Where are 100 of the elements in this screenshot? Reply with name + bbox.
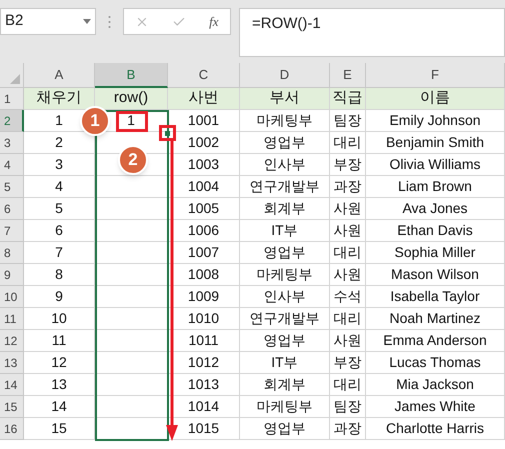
row-header[interactable]: 10 (0, 286, 24, 308)
table-cell: 1014 (168, 396, 240, 418)
row-header[interactable]: 15 (0, 396, 24, 418)
table-cell: 1001 (168, 110, 240, 132)
column-header[interactable]: C (168, 63, 240, 88)
table-cell: IT부 (240, 220, 330, 242)
column-header[interactable]: D (240, 63, 330, 88)
select-all-corner[interactable] (0, 63, 24, 88)
table-cell: 사원 (330, 330, 366, 352)
table-cell: 1008 (168, 264, 240, 286)
row-header[interactable]: 16 (0, 418, 24, 440)
table-cell: 12 (24, 352, 95, 374)
table-cell: 연구개발부 (240, 176, 330, 198)
row-header[interactable]: 1 (0, 88, 24, 110)
table-cell: James White (366, 396, 505, 418)
table-cell: 1005 (168, 198, 240, 220)
header-cell: 사번 (168, 88, 240, 110)
table-cell: 팀장 (330, 396, 366, 418)
table-cell: Emma Anderson (366, 330, 505, 352)
table-cell: 10 (24, 308, 95, 330)
table-cell: 3 (24, 154, 95, 176)
name-box[interactable]: B2 (0, 8, 96, 35)
table-cell: 1006 (168, 220, 240, 242)
table-cell: 연구개발부 (240, 308, 330, 330)
table-cell: Ethan Davis (366, 220, 505, 242)
table-cell: 대리 (330, 374, 366, 396)
table-cell: 7 (24, 242, 95, 264)
table-cell: Isabella Taylor (366, 286, 505, 308)
table-cell: 1002 (168, 132, 240, 154)
table-cell: 회계부 (240, 374, 330, 396)
insert-function-button[interactable]: fx (209, 12, 219, 32)
table-cell: 1004 (168, 176, 240, 198)
fill-handle-highlight[interactable] (159, 125, 176, 141)
table-cell: Olivia Williams (366, 154, 505, 176)
table-cell: 영업부 (240, 132, 330, 154)
table-cell: 1013 (168, 374, 240, 396)
table-cell: 수석 (330, 286, 366, 308)
row-header[interactable]: 8 (0, 242, 24, 264)
select-all-icon (10, 74, 20, 84)
highlight-box (116, 111, 148, 132)
table-cell: Mason Wilson (366, 264, 505, 286)
row-header[interactable]: 11 (0, 308, 24, 330)
header-cell: row() (95, 88, 168, 110)
table-cell: 부장 (330, 154, 366, 176)
table-cell: 15 (24, 418, 95, 440)
table-cell: 사원 (330, 198, 366, 220)
row-header[interactable]: 4 (0, 154, 24, 176)
table-cell: 4 (24, 176, 95, 198)
table-cell: 마케팅부 (240, 264, 330, 286)
table-cell: 8 (24, 264, 95, 286)
table-cell: 인사부 (240, 154, 330, 176)
dropdown-caret-icon (83, 19, 91, 24)
column-header[interactable]: F (366, 63, 505, 88)
table-cell: 1003 (168, 154, 240, 176)
table-cell: 사원 (330, 220, 366, 242)
header-cell: 채우기 (24, 88, 95, 110)
table-cell: 대리 (330, 132, 366, 154)
table-cell: 사원 (330, 264, 366, 286)
table-cell: Mia Jackson (366, 374, 505, 396)
header-cell: 직급 (330, 88, 366, 110)
table-cell: 1011 (168, 330, 240, 352)
column-header[interactable]: B (95, 63, 168, 88)
table-cell: 마케팅부 (240, 396, 330, 418)
table-cell: 대리 (330, 242, 366, 264)
row-header[interactable]: 2 (0, 110, 24, 132)
table-cell: Ava Jones (366, 198, 505, 220)
row-header[interactable]: 13 (0, 352, 24, 374)
table-cell: 1010 (168, 308, 240, 330)
column-header[interactable]: A (24, 63, 95, 88)
column-header[interactable]: E (330, 63, 366, 88)
table-cell: 1012 (168, 352, 240, 374)
grip-icon (108, 15, 111, 29)
table-cell: 팀장 (330, 110, 366, 132)
table-cell: 과장 (330, 418, 366, 440)
table-cell: Benjamin Smith (366, 132, 505, 154)
table-cell: 14 (24, 396, 95, 418)
table-cell: 9 (24, 286, 95, 308)
row-header[interactable]: 12 (0, 330, 24, 352)
table-cell: 회계부 (240, 198, 330, 220)
table-cell: 인사부 (240, 286, 330, 308)
row-header[interactable]: 14 (0, 374, 24, 396)
table-cell: 부장 (330, 352, 366, 374)
table-cell: 11 (24, 330, 95, 352)
table-cell: 6 (24, 220, 95, 242)
table-cell: IT부 (240, 352, 330, 374)
header-cell: 이름 (366, 88, 505, 110)
table-cell: 13 (24, 374, 95, 396)
table-cell: Sophia Miller (366, 242, 505, 264)
header-cell: 부서 (240, 88, 330, 110)
formula-field[interactable]: =ROW()-1 (239, 8, 505, 57)
table-cell: 영업부 (240, 242, 330, 264)
table-cell: 마케팅부 (240, 110, 330, 132)
table-cell: 5 (24, 198, 95, 220)
row-header[interactable]: 3 (0, 132, 24, 154)
row-header[interactable]: 5 (0, 176, 24, 198)
table-cell: Liam Brown (366, 176, 505, 198)
row-header[interactable]: 9 (0, 264, 24, 286)
table-cell: Lucas Thomas (366, 352, 505, 374)
row-header[interactable]: 7 (0, 220, 24, 242)
row-header[interactable]: 6 (0, 198, 24, 220)
